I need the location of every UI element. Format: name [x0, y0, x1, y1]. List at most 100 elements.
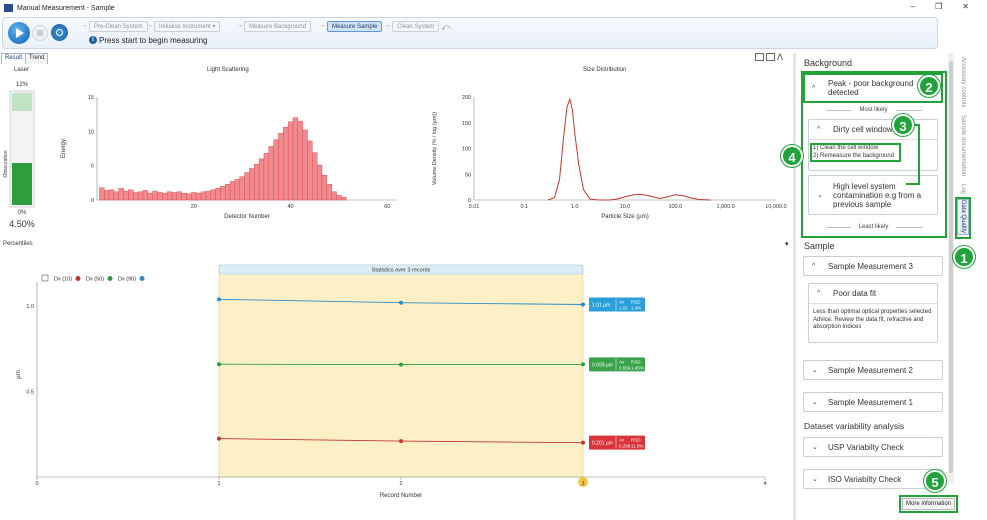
bar [273, 139, 279, 201]
chevron-up-icon: ^ [817, 290, 821, 297]
start-button[interactable] [8, 22, 30, 44]
bar [137, 191, 144, 201]
arrow-icon: → [146, 22, 153, 29]
legend-label: Dx (10) [54, 277, 72, 283]
x-tick-label: 60 [384, 204, 390, 210]
bar [321, 175, 328, 201]
bar [225, 184, 231, 201]
bar [234, 179, 240, 201]
callout-2: 2 [918, 75, 940, 97]
y-tick-label: 0 [91, 198, 94, 204]
badge-rsd-label: RSD [631, 359, 641, 364]
sample-measurement-1-label: Sample Measurement 1 [828, 397, 913, 407]
maximize-button[interactable]: ❐ [935, 2, 942, 11]
sample-measurement-2-label: Sample Measurement 2 [828, 365, 913, 375]
y-axis-label: µm [16, 370, 22, 378]
legend-label: Dx (50) [86, 277, 104, 283]
x-tick-label: 0.01 [469, 204, 480, 210]
undo-arrow-icon[interactable]: ⤺ [441, 22, 451, 33]
layout-split-icon[interactable] [766, 53, 775, 61]
bar [297, 120, 303, 201]
bar [147, 192, 153, 201]
badge-rsd: 1.4% [631, 305, 641, 310]
callout-4: 4 [781, 145, 803, 167]
badge-av-label: Av [619, 299, 625, 304]
step-measure-background[interactable]: Measure Background [244, 21, 312, 32]
background-header: Background [804, 58, 853, 68]
sample-measurement-3-label: Sample Measurement 3 [828, 261, 913, 271]
bar [229, 181, 236, 201]
stop-button[interactable] [32, 25, 48, 41]
bar [210, 189, 216, 201]
step-measure-sample[interactable]: Measure Sample [327, 21, 383, 32]
y-axis-label: Volume Density (% / log (µm)) [432, 112, 438, 185]
bar [316, 164, 323, 201]
bar [268, 146, 274, 201]
collapse-icon[interactable]: ▾ [785, 240, 789, 248]
laser-gauge: 12% 0% 4.50% Obscuration [3, 82, 35, 229]
side-tab-log[interactable]: Log [957, 181, 969, 197]
bar [278, 133, 284, 201]
title-bar: Manual Measurement - Sample – ❐ ✕ [0, 0, 987, 16]
data-point [581, 440, 585, 445]
bar [326, 184, 332, 201]
settings-icon[interactable] [51, 24, 68, 41]
highlight-frame [955, 197, 971, 239]
data-point [217, 362, 221, 367]
side-tab-sample-documentation[interactable]: Sample documentation [957, 113, 969, 179]
badge-av-label: Av [619, 359, 625, 364]
minimize-button[interactable]: – [911, 2, 915, 11]
callout-3: 3 [892, 114, 914, 136]
tab-result[interactable]: Result [1, 53, 27, 64]
sample-measurement-2-card[interactable]: ⌄ Sample Measurement 2 [803, 360, 943, 380]
step-pre-clean[interactable]: Pre-Clean System [89, 21, 148, 32]
bar [220, 186, 226, 201]
x-tick-label: 3 [581, 481, 584, 487]
bar [258, 158, 265, 201]
side-tab-accessory-controls[interactable]: Accessory controls [957, 53, 969, 111]
badge-value: 0.201 µm [592, 441, 613, 447]
bar [331, 191, 337, 201]
bar [113, 191, 119, 201]
bar [302, 129, 308, 201]
bar [118, 188, 124, 201]
x-axis-label: Particle Size (µm) [601, 214, 648, 220]
data-point [581, 302, 585, 307]
highlight-frame [810, 143, 901, 162]
right-panel-scrollbar[interactable] [948, 53, 954, 483]
bar [292, 117, 299, 201]
x-tick-label: 1,000.0 [716, 204, 734, 210]
bar [123, 190, 129, 201]
legend-label: Dx (90) [118, 277, 136, 283]
bar [195, 192, 202, 201]
y-tick-label: 200 [462, 95, 471, 101]
chevron-down-icon: ⌄ [812, 367, 818, 374]
tab-trend[interactable]: Trend [25, 53, 49, 64]
y-tick-label: 100 [462, 147, 471, 153]
chevron-down-icon: ⌄ [812, 476, 818, 483]
info-icon: i [89, 36, 97, 44]
bar [181, 192, 187, 201]
usp-check-card[interactable]: ⌄ USP Variabilty Check [803, 437, 943, 457]
sample-measurement-1-card[interactable]: ⌄ Sample Measurement 1 [803, 392, 943, 412]
measurement-toolbar: → Pre-Clean System → Initialise Instrume… [0, 16, 987, 50]
chart-style-icon[interactable]: Λ [777, 53, 783, 62]
bar [186, 193, 192, 201]
badge-av: 0.659 [619, 365, 631, 370]
dataset-header: Dataset variability analysis [804, 421, 905, 431]
step-clean-system[interactable]: Clean System [392, 21, 440, 32]
arrow-icon: → [81, 22, 88, 29]
percentiles-title: Percentiles [3, 241, 33, 247]
step-initialise[interactable]: Initialise Instrument ▾ [154, 21, 221, 32]
layout-grid-icon[interactable] [755, 53, 764, 61]
bar [244, 172, 250, 201]
data-point [399, 300, 403, 305]
sample-measurement-3-card[interactable]: ^ Sample Measurement 3 [803, 256, 943, 276]
legend-marker [139, 276, 145, 281]
laser-axis-label: Obscuration [3, 150, 9, 177]
iso-check-card[interactable]: ⌄ ISO Variabilty Check [803, 469, 943, 489]
x-tick-label: 40 [287, 204, 293, 210]
close-button[interactable]: ✕ [962, 2, 969, 11]
x-tick-label: 1 [217, 481, 220, 487]
bar [239, 176, 245, 201]
